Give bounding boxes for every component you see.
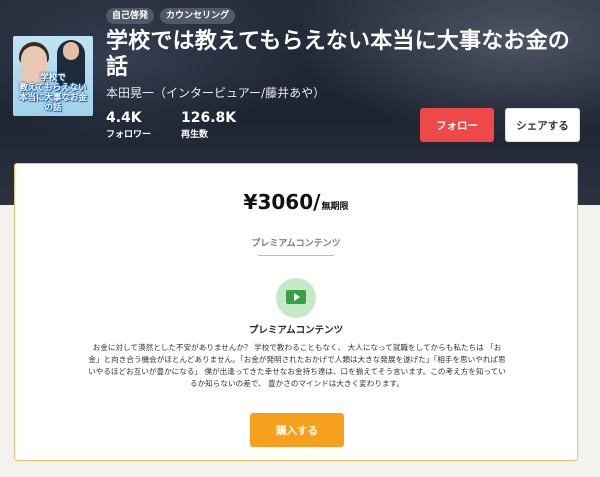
follow-button[interactable]: フォロー	[420, 108, 494, 142]
play-triangle	[294, 293, 300, 301]
buy-button[interactable]: 購入する	[250, 413, 344, 447]
thumbnail-caption: 学校で 教えてもらえない 本当に大事なお金の話	[15, 73, 91, 113]
video-icon	[276, 278, 316, 318]
tag-self-development[interactable]: 自己啓発	[106, 8, 155, 24]
podcast-thumbnail[interactable]: 学校で 教えてもらえない 本当に大事なお金の話	[13, 36, 93, 116]
plays-count: 126.8K	[181, 110, 237, 126]
content-description: お金に対して漠然とした不安がありませんか？ 学校で教わることもなく、 大人になっ…	[88, 343, 506, 388]
thumbnail-person-2-face	[63, 42, 79, 60]
page-title: 学校では教えてもらえない本当に大事なお金の話	[106, 29, 571, 80]
purchase-card: ¥3060/無期限 プレミアムコンテンツ プレミアムコンテンツ お金に対して漠然…	[14, 163, 578, 461]
thumbnail-caption-line: 本当に大事なお金の話	[18, 93, 87, 113]
followers-label: フォロワー	[106, 130, 152, 140]
author-name[interactable]: 本田晃一（インタービュアー/藤井あや）	[106, 84, 325, 101]
price-display: ¥3060/無期限	[15, 190, 577, 214]
followers-count: 4.4K	[106, 110, 142, 126]
tag-counseling[interactable]: カウンセリング	[160, 8, 236, 24]
share-button[interactable]: シェアする	[505, 108, 580, 142]
content-title: プレミアムコンテンツ	[248, 325, 344, 336]
plays-label: 再生数	[181, 130, 209, 140]
tab-premium-content[interactable]: プレミアムコンテンツ	[15, 236, 577, 249]
thumbnail-caption-line: 教えてもらえない	[19, 83, 87, 93]
tab-underline	[258, 255, 334, 256]
price-period: 無期限	[321, 202, 349, 212]
price-amount: ¥3060/	[243, 190, 321, 214]
thumbnail-caption-line: 学校で	[40, 73, 66, 83]
